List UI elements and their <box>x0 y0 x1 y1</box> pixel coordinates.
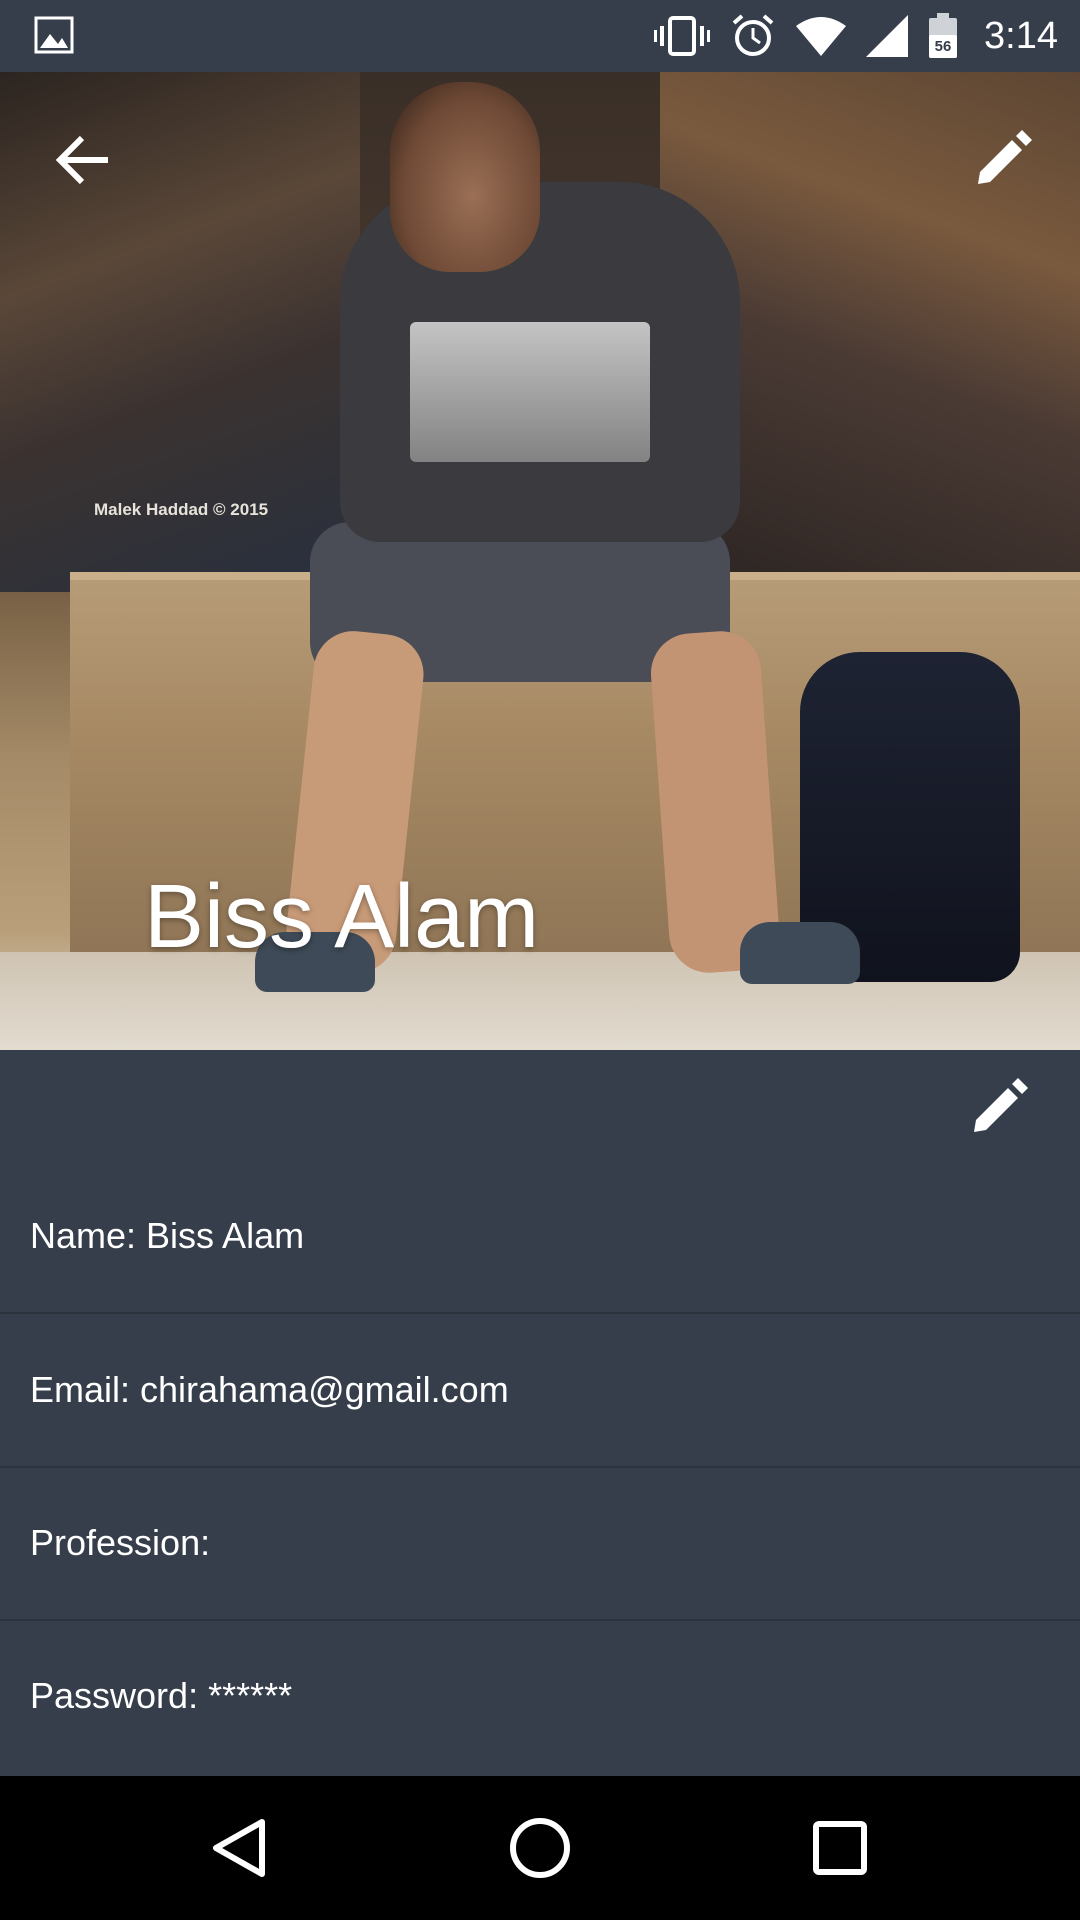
back-button[interactable] <box>52 128 116 192</box>
alarm-icon <box>732 14 774 56</box>
password-value: Password: ****** <box>30 1675 293 1716</box>
profile-cover-photo: Malek Haddad © 2015 Biss Alam <box>0 72 1080 1050</box>
vibrate-icon <box>654 16 711 56</box>
gallery-icon <box>34 16 74 54</box>
back-triangle-icon <box>213 1819 265 1877</box>
recents-square-icon <box>813 1821 867 1875</box>
status-icons: 56 3:14 <box>654 0 1058 72</box>
profile-details-panel: Name: Biss Alam Email: chirahama@gmail.c… <box>0 1050 1080 1776</box>
battery-level: 56 <box>935 38 952 55</box>
clock: 3:14 <box>984 14 1058 57</box>
detail-row-password: Password: ****** <box>0 1620 1080 1772</box>
pencil-icon <box>974 1078 1028 1132</box>
detail-row-email: Email: chirahama@gmail.com <box>0 1314 1080 1468</box>
edit-details-button[interactable] <box>966 1076 1030 1140</box>
profile-name-title: Biss Alam <box>144 867 540 967</box>
photo-shirt-print <box>410 322 650 462</box>
pencil-icon <box>978 130 1032 184</box>
profession-value: Profession: <box>30 1522 211 1563</box>
email-value: Email: chirahama@gmail.com <box>30 1369 509 1410</box>
name-value: Name: Biss Alam <box>30 1215 305 1256</box>
detail-row-profession: Profession: <box>0 1467 1080 1621</box>
home-circle-icon <box>510 1818 570 1878</box>
navigation-bar <box>0 1776 1080 1920</box>
nav-recents-button[interactable] <box>804 1812 876 1884</box>
arrow-back-icon <box>55 135 108 185</box>
signal-icon <box>866 15 909 57</box>
photo-person-head <box>390 82 540 272</box>
nav-back-button[interactable] <box>204 1812 276 1884</box>
nav-home-button[interactable] <box>504 1812 576 1884</box>
photo-watermark: Malek Haddad © 2015 <box>94 500 269 519</box>
photo-person-shoe <box>740 922 860 984</box>
battery-icon: 56 <box>929 13 958 58</box>
status-bar: 56 3:14 <box>0 0 1080 72</box>
wifi-icon <box>796 17 847 56</box>
detail-row-name: Name: Biss Alam <box>0 1160 1080 1314</box>
edit-profile-button[interactable] <box>970 128 1034 192</box>
